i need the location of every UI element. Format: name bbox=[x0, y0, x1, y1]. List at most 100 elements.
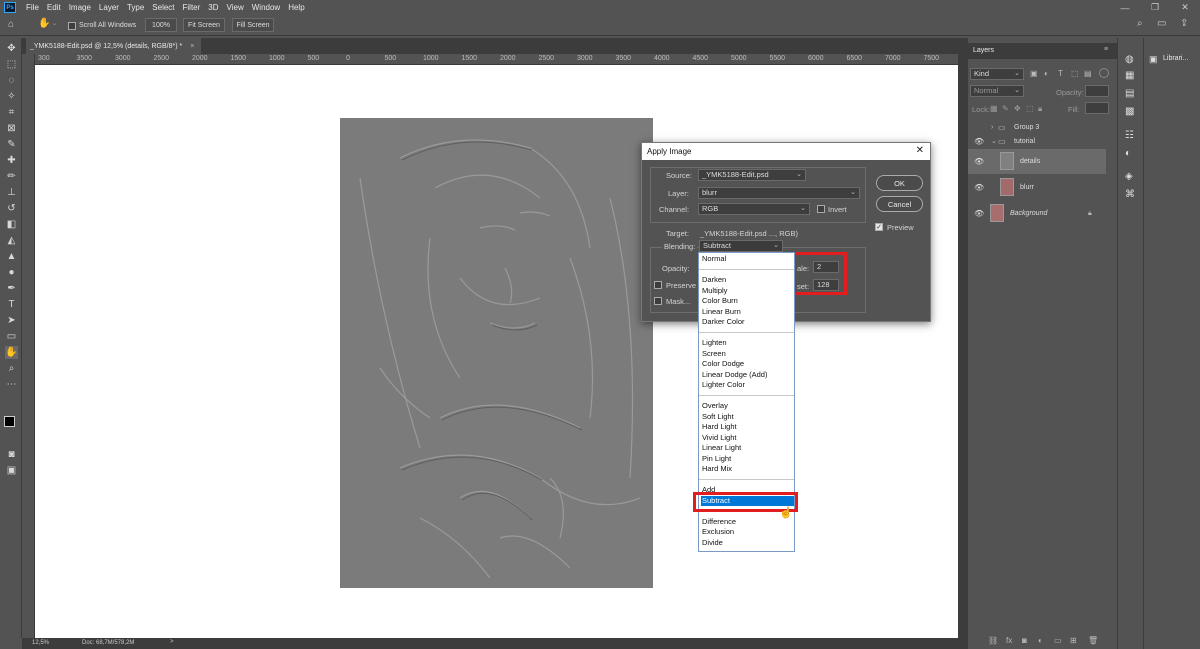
expand-arrow-icon[interactable]: › bbox=[991, 124, 993, 131]
layer-row-blurr[interactable]: 👁︎ blurr bbox=[968, 175, 1106, 200]
blend-option[interactable]: Linear Dodge (Add) bbox=[701, 370, 794, 381]
link-layers-icon[interactable]: ⛓︎ bbox=[988, 636, 998, 645]
blend-option[interactable]: Vivid Light bbox=[701, 433, 794, 444]
fill-screen-button[interactable]: Fill Screen bbox=[232, 18, 274, 32]
gradients-panel-icon[interactable]: ▤ bbox=[1125, 88, 1134, 99]
blend-option[interactable]: Exclusion bbox=[701, 527, 794, 538]
expand-arrow-icon[interactable]: ⌄ bbox=[991, 137, 997, 145]
preserve-transparency-checkbox[interactable] bbox=[654, 281, 662, 289]
document-tab[interactable]: _YMK5188-Edit.psd @ 12,5% (details, RGB/… bbox=[26, 38, 201, 54]
opacity-input[interactable] bbox=[1085, 85, 1109, 97]
blending-select[interactable]: Subtract ⌄ bbox=[699, 240, 783, 252]
menu-image[interactable]: Image bbox=[65, 0, 95, 15]
blur-tool-icon[interactable]: ▲ bbox=[5, 250, 18, 263]
fit-screen-button[interactable]: Fit Screen bbox=[183, 18, 225, 32]
hand-tool-icon[interactable]: ✋ bbox=[5, 346, 18, 359]
healing-brush-icon[interactable]: ✚ bbox=[5, 154, 18, 167]
paint-bucket-icon[interactable]: ◭ bbox=[5, 234, 18, 247]
patterns-panel-icon[interactable]: ▩ bbox=[1125, 106, 1134, 117]
chevron-down-icon[interactable]: ⌄ bbox=[52, 20, 57, 27]
blend-option[interactable]: Darker Color bbox=[701, 317, 794, 328]
status-zoom[interactable]: 12,5% bbox=[32, 640, 49, 646]
filter-toggle-icon[interactable] bbox=[1099, 68, 1109, 78]
close-window-icon[interactable]: ✕ bbox=[1170, 0, 1200, 15]
menu-select[interactable]: Select bbox=[148, 0, 178, 15]
new-layer-icon[interactable]: ⊞ bbox=[1070, 636, 1077, 645]
filter-smart-object-icon[interactable]: ▤ bbox=[1084, 69, 1092, 78]
adjustment-layer-icon[interactable]: ◐ bbox=[1038, 636, 1043, 645]
visibility-eye-icon[interactable]: 👁︎ bbox=[974, 209, 984, 218]
channel-select[interactable]: RGB ⌄ bbox=[698, 203, 810, 215]
move-tool-icon[interactable]: ✥ bbox=[5, 42, 18, 55]
add-mask-icon[interactable]: ◙ bbox=[1022, 636, 1027, 645]
menu-type[interactable]: Type bbox=[123, 0, 148, 15]
workspace-icon[interactable]: ▭ bbox=[1157, 18, 1166, 29]
scroll-all-windows-checkbox[interactable] bbox=[68, 22, 76, 30]
more-tools-icon[interactable]: ⋯ bbox=[5, 378, 18, 391]
crop-tool-icon[interactable]: ⌗ bbox=[5, 106, 18, 119]
menu-view[interactable]: View bbox=[223, 0, 248, 15]
paths-panel-icon[interactable]: ⌘ bbox=[1125, 189, 1135, 200]
blend-option[interactable]: Darken bbox=[701, 275, 794, 286]
blend-option[interactable]: Multiply bbox=[701, 286, 794, 297]
preview-checkbox[interactable]: ✓ bbox=[875, 223, 883, 231]
blend-option[interactable]: Overlay bbox=[701, 401, 794, 412]
blend-option[interactable]: Normal bbox=[701, 254, 794, 265]
layers-panel-title[interactable]: Layers bbox=[973, 47, 994, 54]
filter-pixel-icon[interactable]: ▣ bbox=[1030, 69, 1038, 78]
lock-all-icon[interactable]: 🔒︎ bbox=[1038, 104, 1042, 114]
history-brush-icon[interactable]: ↺ bbox=[5, 202, 18, 215]
panel-menu-icon[interactable]: ≡ bbox=[1104, 46, 1108, 53]
visibility-eye-icon[interactable]: 👁︎ bbox=[974, 183, 984, 192]
marquee-tool-icon[interactable]: ⬚ bbox=[5, 58, 18, 71]
clone-stamp-icon[interactable]: ⊥ bbox=[5, 186, 18, 199]
foreground-color-swatch[interactable] bbox=[4, 416, 15, 427]
blend-option[interactable]: Lighten bbox=[701, 338, 794, 349]
channels-panel-icon[interactable]: ◈ bbox=[1125, 171, 1133, 182]
restore-icon[interactable]: ❐ bbox=[1140, 0, 1170, 15]
adjustments-panel-icon[interactable]: ◐ bbox=[1125, 148, 1131, 159]
color-panel-icon[interactable]: ◍ bbox=[1125, 54, 1134, 65]
layer-select[interactable]: blurr ⌄ bbox=[698, 187, 860, 199]
visibility-eye-icon[interactable]: 👁︎ bbox=[974, 157, 984, 166]
libraries-panel-tab[interactable]: ▣ Librari... bbox=[1143, 38, 1200, 649]
magic-wand-icon[interactable]: ✧ bbox=[5, 90, 18, 103]
quick-mask-icon[interactable]: ◙ bbox=[5, 448, 18, 461]
menu-filter[interactable]: Filter bbox=[179, 0, 205, 15]
fill-input[interactable] bbox=[1085, 102, 1109, 114]
layer-row-background[interactable]: 👁︎ Background 🔒︎ bbox=[968, 201, 1106, 226]
zoom-tool-icon[interactable]: ⌕ bbox=[5, 362, 18, 375]
share-icon[interactable]: ⇪ bbox=[1180, 18, 1188, 29]
blend-option[interactable]: Hard Light bbox=[701, 422, 794, 433]
close-tab-icon[interactable]: × bbox=[190, 43, 194, 50]
filter-shape-icon[interactable]: ⬚ bbox=[1071, 69, 1079, 78]
menu-layer[interactable]: Layer bbox=[95, 0, 123, 15]
filter-adjustment-icon[interactable]: ◐ bbox=[1044, 69, 1049, 78]
layer-row-tutorial[interactable]: 👁︎ ⌄ ▭ tutorial bbox=[968, 134, 1106, 148]
blend-option[interactable]: Color Dodge bbox=[701, 359, 794, 370]
new-group-icon[interactable]: ▭ bbox=[1054, 636, 1062, 645]
zoom-100-button[interactable]: 100% bbox=[145, 18, 177, 32]
mask-checkbox[interactable] bbox=[654, 297, 662, 305]
blend-option[interactable]: Lighter Color bbox=[701, 380, 794, 391]
eraser-tool-icon[interactable]: ◧ bbox=[5, 218, 18, 231]
screen-mode-icon[interactable]: ▣ bbox=[5, 464, 18, 477]
pen-tool-icon[interactable]: ✒ bbox=[5, 282, 18, 295]
lock-transparent-icon[interactable]: ▦ bbox=[990, 104, 998, 113]
blend-option[interactable]: Color Burn bbox=[701, 296, 794, 307]
dialog-close-icon[interactable]: ✕ bbox=[916, 145, 924, 156]
delete-layer-icon[interactable]: 🗑︎ bbox=[1088, 636, 1098, 645]
kind-filter-select[interactable]: Kind ⌄ bbox=[970, 68, 1024, 80]
blend-option[interactable]: Linear Burn bbox=[701, 307, 794, 318]
source-select[interactable]: _YMK5188-Edit.psd ⌄ bbox=[698, 169, 806, 181]
brush-tool-icon[interactable]: ✏ bbox=[5, 170, 18, 183]
search-icon[interactable]: ⌕ bbox=[1137, 18, 1143, 29]
lock-image-icon[interactable]: ✎ bbox=[1002, 104, 1009, 113]
menu-edit[interactable]: Edit bbox=[43, 0, 65, 15]
blend-option[interactable]: Soft Light bbox=[701, 412, 794, 423]
blend-mode-select[interactable]: Normal ⌄ bbox=[970, 85, 1024, 97]
rectangle-tool-icon[interactable]: ▭ bbox=[5, 330, 18, 343]
menu-file[interactable]: File bbox=[22, 0, 43, 15]
dodge-tool-icon[interactable]: ● bbox=[5, 266, 18, 279]
blend-option[interactable]: Pin Light bbox=[701, 454, 794, 465]
